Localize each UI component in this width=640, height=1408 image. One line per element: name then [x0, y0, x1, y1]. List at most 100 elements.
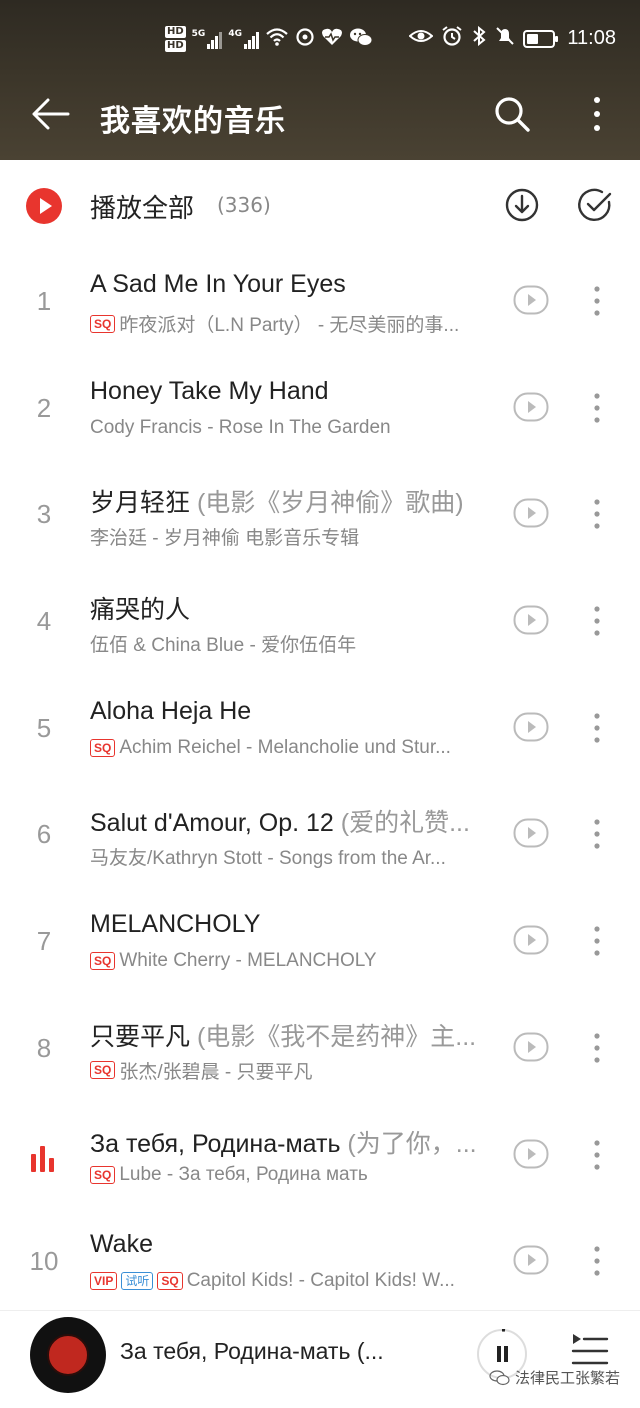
song-title[interactable]: Salut d'Amour, Op. 12 (爱的礼赞...	[90, 803, 498, 839]
play-video-icon[interactable]	[513, 498, 549, 528]
data-saver-icon	[295, 27, 315, 52]
song-artist-album: 张杰/张碧晨 - 只要平凡	[119, 1061, 313, 1083]
song-title[interactable]: MELANCHOLY	[90, 910, 498, 939]
play-video-icon[interactable]	[513, 925, 549, 955]
song-list: 1A Sad Me In Your Eyes SQ 昨夜派对（L.N Party） …	[0, 250, 640, 1317]
song-title[interactable]: 岁月轻狂 (电影《岁月神偷》歌曲)	[90, 483, 498, 519]
song-title[interactable]: Wake	[90, 1230, 498, 1259]
hd-indicators: HD HD	[165, 26, 186, 52]
mute-bell-icon	[495, 26, 515, 51]
song-row[interactable]: За тебя, Родина-мать (为了你，... SQ Lube - За…	[0, 1104, 640, 1211]
status-time: 11:08	[567, 27, 616, 49]
play-all-label[interactable]: 播放全部	[90, 188, 194, 225]
song-more-icon[interactable]	[584, 497, 610, 531]
song-number: 8	[36, 1032, 52, 1063]
song-artist-album: Capitol Kids! - Capitol Kids! W...	[186, 1270, 455, 1292]
song-number: 6	[36, 819, 52, 850]
song-artist-album: 昨夜派对（L.N Party） - 无尽美丽的事...	[119, 315, 460, 336]
song-row[interactable]: 3 岁月轻狂 (电影《岁月神偷》歌曲) 李治廷 - 岁月神偷 电影音乐专辑	[0, 463, 640, 570]
song-title-main: 痛哭的人	[90, 596, 191, 625]
song-row[interactable]: 2 Honey Take My Hand Cody Francis - Rose I…	[0, 357, 640, 464]
song-meta: 伍佰 & China Blue - 爱你伍佰年	[90, 630, 498, 657]
download-all-icon[interactable]	[503, 186, 541, 224]
album-disc[interactable]	[30, 1317, 106, 1393]
playlist-queue-icon[interactable]	[570, 1331, 610, 1371]
sq-badge: SQ	[90, 952, 116, 971]
back-arrow-icon[interactable]	[28, 94, 72, 134]
song-row[interactable]: 5 Aloha Heja He SQ Achim Reichel - Melancho…	[0, 677, 640, 784]
sq-badge: SQ	[90, 314, 116, 333]
now-playing-icon	[31, 1145, 59, 1172]
song-title-subtitle: (电影《我不是药神》主...	[190, 1022, 477, 1051]
song-row[interactable]: 7 MELANCHOLY SQ White Cherry - MELANCHOLY	[0, 890, 640, 997]
song-title[interactable]: A Sad Me In Your Eyes	[90, 270, 498, 299]
song-title[interactable]: За тебя, Родина-мать (为了你，...	[90, 1124, 498, 1160]
song-more-icon[interactable]	[584, 391, 610, 425]
status-bar: HD HD 5G 4G 11:08	[0, 22, 640, 66]
mini-player-title[interactable]: За тебя, Родина-мать (...	[120, 1338, 410, 1365]
alarm-icon	[441, 26, 463, 51]
song-row[interactable]: 10 Wake VIP 试听 SQ Capitol Kids! - Capitol Kid…	[0, 1210, 640, 1317]
song-row[interactable]: 6 Salut d'Amour, Op. 12 (爱的礼赞... 马友友/Kathr…	[0, 783, 640, 890]
play-all-row[interactable]: 播放全部 (336)	[0, 160, 640, 250]
signal-5g-icon: 5G	[192, 29, 223, 49]
page-title: 我喜欢的音乐	[100, 104, 286, 139]
song-title[interactable]: 只要平凡 (电影《我不是药神》主...	[90, 1017, 498, 1053]
wechat-watermark-icon	[489, 1369, 510, 1385]
hd1-icon: HD	[165, 26, 186, 38]
song-more-icon[interactable]	[584, 284, 610, 318]
search-icon[interactable]	[492, 94, 532, 134]
play-video-icon[interactable]	[513, 712, 549, 742]
vip-badge: VIP	[90, 1272, 118, 1291]
signal-4g-icon: 4G	[228, 29, 259, 49]
song-more-icon[interactable]	[584, 1138, 610, 1172]
song-row[interactable]: 8 只要平凡 (电影《我不是药神》主... SQ 张杰/张碧晨 - 只要平凡	[0, 997, 640, 1104]
play-video-icon[interactable]	[513, 605, 549, 635]
play-all-icon[interactable]	[26, 188, 62, 224]
trial-badge: 试听	[121, 1272, 154, 1291]
song-title[interactable]: 痛哭的人	[90, 590, 498, 626]
health-heart-icon	[321, 27, 343, 52]
song-artist-album: Achim Reichel - Melancholie und Stur...	[119, 736, 451, 758]
song-meta: 李治廷 - 岁月神偷 电影音乐专辑	[90, 523, 498, 550]
nav-bar: 我喜欢的音乐	[0, 80, 640, 150]
bluetooth-icon	[471, 25, 487, 51]
song-row[interactable]: 1 A Sad Me In Your Eyes SQ 昨夜派对（L.N Party） …	[0, 250, 640, 357]
more-options-icon[interactable]	[582, 94, 612, 134]
song-title-main: Aloha Heja He	[90, 696, 252, 725]
song-more-icon[interactable]	[584, 1244, 610, 1278]
play-video-icon[interactable]	[513, 818, 549, 848]
wechat-icon	[349, 27, 373, 52]
status-right: 11:08	[408, 25, 616, 51]
play-video-icon[interactable]	[513, 1139, 549, 1169]
song-more-icon[interactable]	[584, 711, 610, 745]
app-header: HD HD 5G 4G 11:08 我喜欢的音乐	[0, 0, 640, 160]
song-more-icon[interactable]	[584, 817, 610, 851]
album-art	[47, 1334, 89, 1376]
song-number: 7	[36, 926, 52, 957]
song-more-icon[interactable]	[584, 604, 610, 638]
mini-player[interactable]: За тебя, Родина-мать (... 法律民工张繁若	[0, 1310, 640, 1408]
song-meta: SQ 张杰/张碧晨 - 只要平凡	[90, 1057, 498, 1084]
song-title-main: Honey Take My Hand	[90, 376, 329, 405]
play-video-icon[interactable]	[513, 1032, 549, 1062]
multi-select-icon[interactable]	[576, 186, 614, 224]
song-title-main: 岁月轻狂	[90, 489, 191, 518]
song-more-icon[interactable]	[584, 924, 610, 958]
song-row[interactable]: 4 痛哭的人 伍佰 & China Blue - 爱你伍佰年	[0, 570, 640, 677]
sq-badge: SQ	[90, 1061, 116, 1080]
sq-badge: SQ	[90, 1165, 116, 1184]
song-title-main: Wake	[90, 1230, 153, 1259]
song-title[interactable]: Honey Take My Hand	[90, 377, 498, 406]
song-meta: SQ White Cherry - MELANCHOLY	[90, 950, 498, 972]
song-title-main: 只要平凡	[90, 1022, 191, 1051]
song-title[interactable]: Aloha Heja He	[90, 697, 498, 726]
song-title-main: MELANCHOLY	[90, 910, 261, 939]
song-meta: VIP 试听 SQ Capitol Kids! - Capitol Kids! W..…	[90, 1270, 498, 1292]
play-video-icon[interactable]	[513, 285, 549, 315]
song-more-icon[interactable]	[584, 1031, 610, 1065]
song-number: 5	[36, 712, 52, 743]
song-meta: SQ Achim Reichel - Melancholie und Stur..…	[90, 737, 498, 759]
play-video-icon[interactable]	[513, 1245, 549, 1275]
play-video-icon[interactable]	[513, 392, 549, 422]
